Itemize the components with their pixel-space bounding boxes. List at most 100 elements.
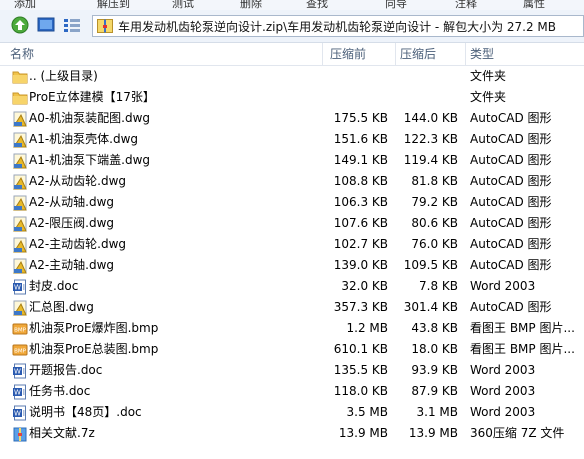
file-name-cell: A2-限压阀.dwg: [12, 213, 114, 234]
toolbar-comment[interactable]: 注释: [455, 0, 477, 10]
column-header: 名称 压缩前 压缩后 类型: [0, 43, 584, 66]
file-packed-size: 76.0 KB: [411, 237, 458, 251]
file-packed-size: 109.5 KB: [403, 258, 458, 272]
dwg-icon: [12, 300, 28, 316]
dwg-icon: [12, 174, 28, 190]
file-size: 139.0 KB: [333, 258, 388, 272]
file-name: A1-机油泵壳体.dwg: [29, 132, 139, 146]
svg-text:W: W: [14, 367, 21, 375]
bmp-icon: BMP: [12, 321, 28, 337]
up-folder-button[interactable]: [10, 15, 30, 35]
file-type: AutoCAD 图形: [470, 153, 552, 167]
file-size: 32.0 KB: [341, 279, 388, 293]
file-size: 13.9 MB: [338, 426, 388, 440]
toolbar-extract[interactable]: 解压到: [97, 0, 130, 10]
file-name-cell: ProE立体建模【17张】: [12, 87, 155, 108]
file-row[interactable]: A2-从动齿轮.dwg 108.8 KB 81.8 KB AutoCAD 图形: [0, 171, 584, 192]
view-list-button[interactable]: [62, 15, 82, 35]
file-name: A0-机油泵装配图.dwg: [29, 111, 151, 125]
file-row[interactable]: A2-主动齿轮.dwg 102.7 KB 76.0 KB AutoCAD 图形: [0, 234, 584, 255]
file-row[interactable]: A2-主动轴.dwg 139.0 KB 109.5 KB AutoCAD 图形: [0, 255, 584, 276]
file-packed-size: 301.4 KB: [403, 300, 458, 314]
file-size: 118.0 KB: [333, 384, 388, 398]
file-row[interactable]: W 任务书.doc 118.0 KB 87.9 KB Word 2003: [0, 381, 584, 402]
svg-text:W: W: [14, 388, 21, 396]
file-row[interactable]: ProE立体建模【17张】 文件夹: [0, 87, 584, 108]
file-row[interactable]: W 说明书【48页】.doc 3.5 MB 3.1 MB Word 2003: [0, 402, 584, 423]
file-size: 357.3 KB: [333, 300, 388, 314]
file-type: AutoCAD 图形: [470, 258, 552, 272]
file-name: A2-从动轴.dwg: [29, 195, 115, 209]
folder-icon: [12, 69, 28, 85]
file-name-cell: BMP 机油泵ProE爆炸图.bmp: [12, 318, 158, 339]
dwg-icon: [12, 132, 28, 148]
file-row[interactable]: BMP 机油泵ProE爆炸图.bmp 1.2 MB 43.8 KB 看图王 BMP 图片…: [0, 318, 584, 339]
file-packed-size: 119.4 KB: [403, 153, 458, 167]
file-type: 看图王 BMP 图片...: [470, 342, 575, 356]
toolbar-add[interactable]: 添加: [14, 0, 36, 10]
file-size: 175.5 KB: [333, 111, 388, 125]
doc-icon: W: [12, 363, 28, 379]
file-row[interactable]: A0-机油泵装配图.dwg 175.5 KB 144.0 KB AutoCAD 图形: [0, 108, 584, 129]
file-packed-size: 87.9 KB: [411, 384, 458, 398]
address-path: 车用发动机齿轮泵逆向设计.zip\车用发动机齿轮泵逆向设计 - 解包大小为 27…: [118, 19, 557, 34]
dwg-icon: [12, 237, 28, 253]
toolbar-test[interactable]: 测试: [172, 0, 194, 10]
dwg-icon: [12, 111, 28, 127]
file-type: 360压缩 7Z 文件: [470, 426, 565, 440]
dwg-icon: [12, 216, 28, 232]
file-type: AutoCAD 图形: [470, 237, 552, 251]
up-arrow-icon: [11, 16, 29, 34]
dwg-icon: [12, 153, 28, 169]
file-row[interactable]: A1-机油泵壳体.dwg 151.6 KB 122.3 KB AutoCAD 图形: [0, 129, 584, 150]
file-type: Word 2003: [470, 405, 536, 419]
file-name-cell: W 开题报告.doc: [12, 360, 102, 381]
file-row[interactable]: W 封皮.doc 32.0 KB 7.8 KB Word 2003: [0, 276, 584, 297]
toolbar-properties[interactable]: 属性: [523, 0, 545, 10]
column-size[interactable]: 压缩前: [326, 43, 396, 65]
svg-text:W: W: [14, 409, 21, 417]
file-row[interactable]: BMP 机油泵ProE总装图.bmp 610.1 KB 18.0 KB 看图王 BMP …: [0, 339, 584, 360]
file-row[interactable]: W 开题报告.doc 135.5 KB 93.9 KB Word 2003: [0, 360, 584, 381]
file-packed-size: 7.8 KB: [419, 279, 458, 293]
file-row[interactable]: A2-限压阀.dwg 107.6 KB 80.6 KB AutoCAD 图形: [0, 213, 584, 234]
file-name-cell: W 说明书【48页】.doc: [12, 402, 142, 423]
toolbar-delete[interactable]: 删除: [240, 0, 262, 10]
file-name: 机油泵ProE爆炸图.bmp: [29, 321, 159, 335]
file-name: A1-机油泵下端盖.dwg: [29, 153, 151, 167]
thumbnail-view-icon: [37, 17, 55, 32]
file-row[interactable]: A1-机油泵下端盖.dwg 149.1 KB 119.4 KB AutoCAD 图形: [0, 150, 584, 171]
file-name-cell: A0-机油泵装配图.dwg: [12, 108, 150, 129]
file-packed-size: 81.8 KB: [411, 174, 458, 188]
column-name[interactable]: 名称: [6, 43, 323, 65]
zip-archive-icon: [97, 19, 113, 33]
address-field[interactable]: 车用发动机齿轮泵逆向设计.zip\车用发动机齿轮泵逆向设计 - 解包大小为 27…: [92, 15, 584, 37]
file-size: 108.8 KB: [333, 174, 388, 188]
file-name: A2-从动齿轮.dwg: [29, 174, 127, 188]
file-row[interactable]: 汇总图.dwg 357.3 KB 301.4 KB AutoCAD 图形: [0, 297, 584, 318]
file-type: 文件夹: [470, 90, 507, 104]
doc-icon: W: [12, 384, 28, 400]
file-row[interactable]: .. (上级目录) 文件夹: [0, 66, 584, 87]
file-row[interactable]: 相关文献.7z 13.9 MB 13.9 MB 360压缩 7Z 文件: [0, 423, 584, 444]
file-name: 任务书.doc: [29, 384, 91, 398]
column-type[interactable]: 类型: [466, 43, 584, 65]
file-name-cell: A2-主动轴.dwg: [12, 255, 114, 276]
file-size: 135.5 KB: [333, 363, 388, 377]
file-name-cell: A2-主动齿轮.dwg: [12, 234, 126, 255]
file-name-cell: 汇总图.dwg: [12, 297, 94, 318]
file-type: Word 2003: [470, 384, 536, 398]
file-name: 汇总图.dwg: [29, 300, 94, 314]
column-packed[interactable]: 压缩后: [396, 43, 466, 65]
toolbar-find[interactable]: 查找: [306, 0, 328, 10]
file-row[interactable]: A2-从动轴.dwg 106.3 KB 79.2 KB AutoCAD 图形: [0, 192, 584, 213]
file-name: 封皮.doc: [29, 279, 79, 293]
svg-text:W: W: [14, 283, 21, 291]
file-name: ProE立体建模【17张】: [29, 90, 155, 104]
toolbar-wizard[interactable]: 向导: [385, 0, 407, 10]
view-thumbnails-button[interactable]: [36, 15, 56, 35]
file-list: .. (上级目录) 文件夹 ProE立体建模【17张】 文件夹 A0-机油泵装配图.dw…: [0, 66, 584, 444]
doc-icon: W: [12, 279, 28, 295]
address-bar-row: 车用发动机齿轮泵逆向设计.zip\车用发动机齿轮泵逆向设计 - 解包大小为 27…: [0, 10, 584, 43]
dwg-icon: [12, 258, 28, 274]
